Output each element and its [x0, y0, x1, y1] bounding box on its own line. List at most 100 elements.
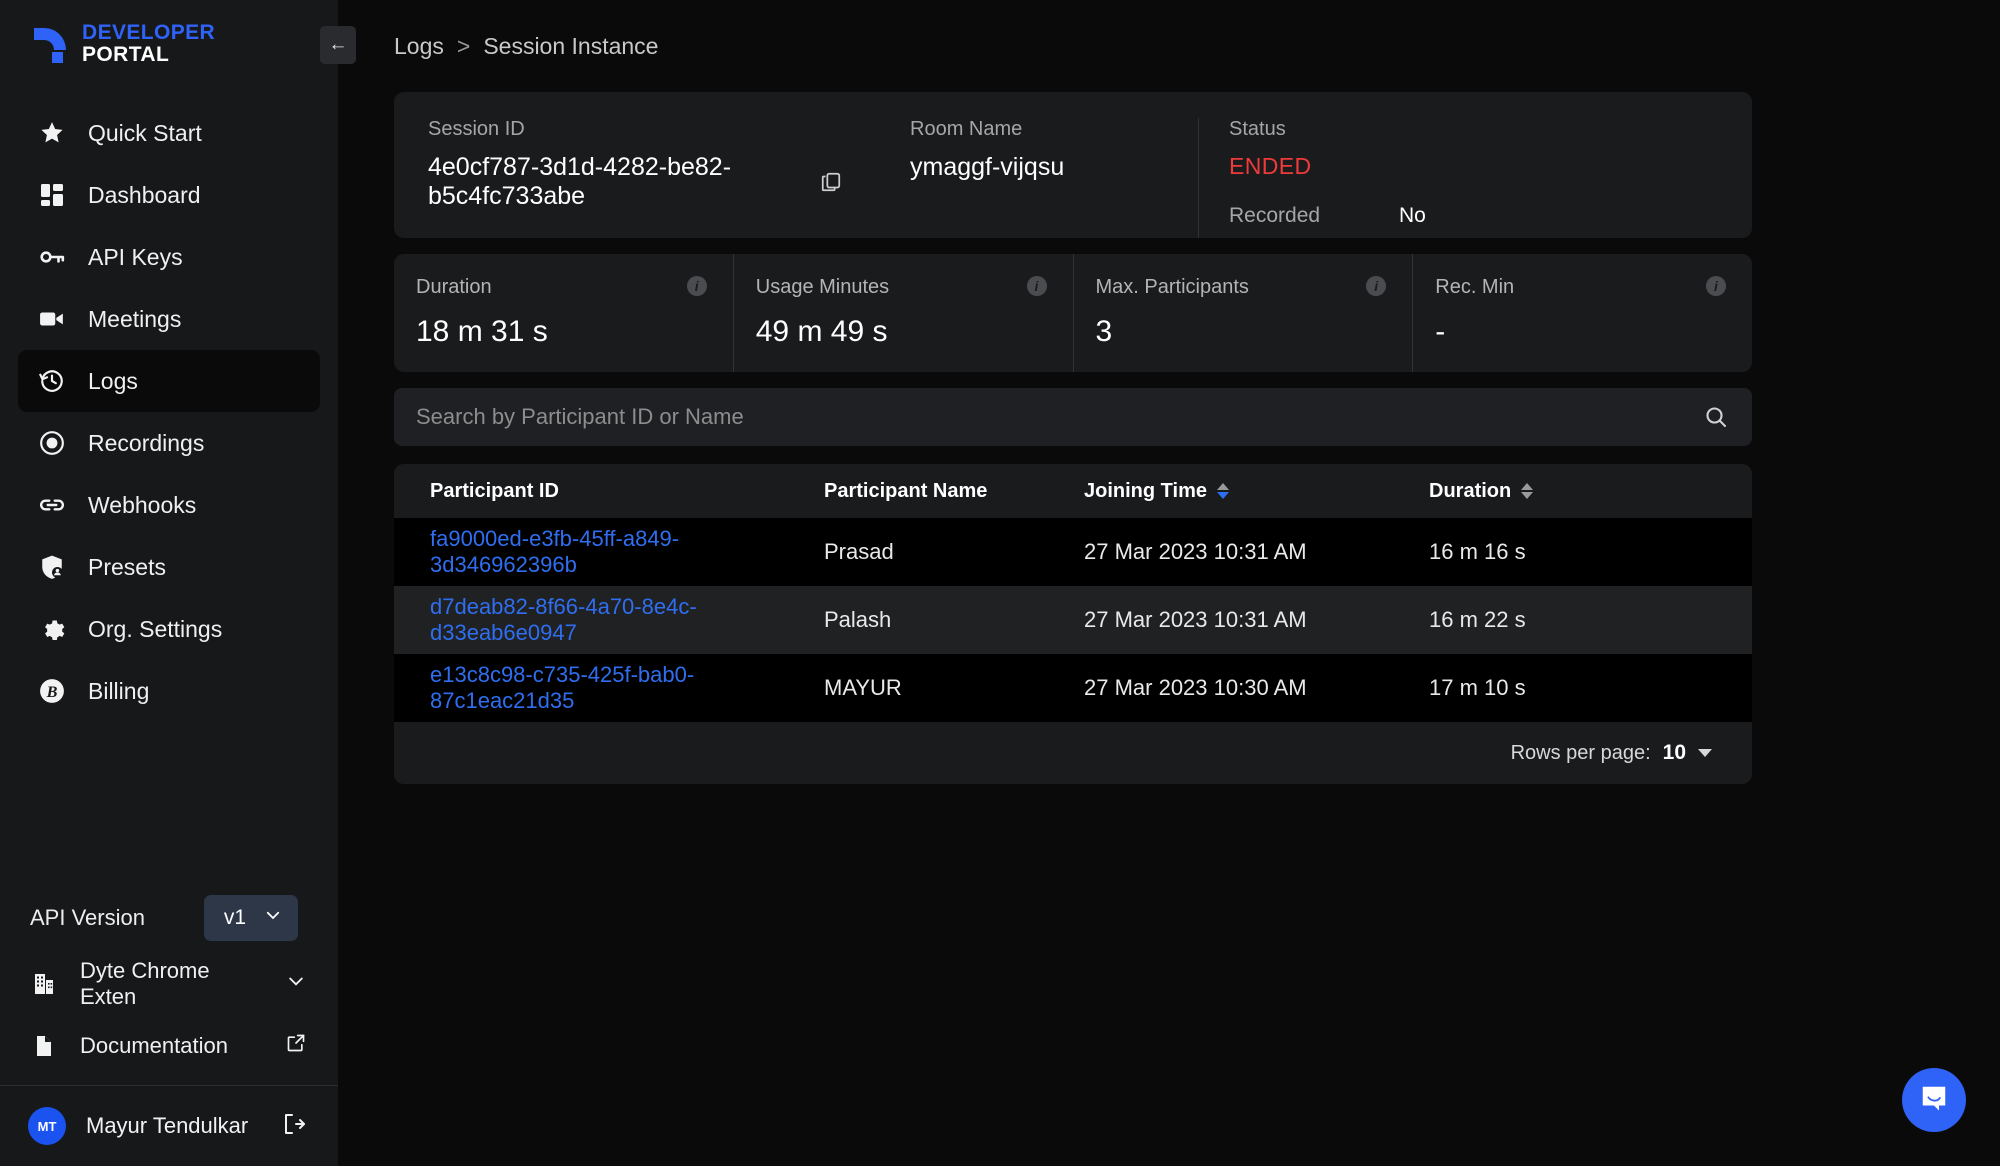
- column-header-participant-name[interactable]: Participant Name: [824, 480, 1084, 503]
- breadcrumb-separator: >: [456, 32, 471, 59]
- table-row[interactable]: e13c8c98-c735-425f-bab0-87c1eac21d35 MAY…: [394, 654, 1752, 722]
- stat-label: Rec. Min: [1435, 276, 1515, 298]
- star-icon: [38, 119, 66, 147]
- sidebar-item-label: Quick Start: [88, 119, 202, 146]
- stat-value: 18 m 31 s: [416, 315, 548, 348]
- column-label: Joining Time: [1084, 479, 1207, 502]
- building-icon: [30, 970, 58, 998]
- gear-icon: [38, 615, 66, 643]
- sidebar-item-chrome-extension[interactable]: Dyte Chrome Exten: [0, 953, 338, 1015]
- cell-joining-time: 27 Mar 2023 10:30 AM: [1084, 675, 1307, 700]
- rows-per-page-value: 10: [1662, 741, 1686, 764]
- sort-icon[interactable]: [1521, 483, 1534, 499]
- stat-usage-minutes: Usage Minutes i 49 m 49 s: [732, 254, 1073, 372]
- svg-text:B: B: [46, 683, 58, 701]
- cell-joining-time: 27 Mar 2023 10:31 AM: [1084, 607, 1307, 632]
- sidebar-item-meetings[interactable]: Meetings: [18, 288, 320, 350]
- sidebar: DEVELOPER PORTAL ← Quick Start Dashboard: [0, 0, 356, 1166]
- cell-duration: 17 m 10 s: [1429, 675, 1526, 700]
- sidebar-item-label: Presets: [88, 553, 166, 580]
- dyte-logo-icon: [30, 24, 70, 64]
- search-icon[interactable]: [1704, 405, 1728, 429]
- chevron-down-icon[interactable]: [1698, 749, 1712, 757]
- session-id-block: Session ID 4e0cf787-3d1d-4282-be82-b5c4f…: [394, 118, 876, 238]
- sidebar-item-dashboard[interactable]: Dashboard: [18, 164, 320, 226]
- participant-id-link[interactable]: fa9000ed-e3fb-45ff-a849-3d346962396b: [430, 526, 679, 577]
- video-camera-icon: [38, 305, 66, 333]
- info-icon[interactable]: i: [686, 276, 707, 296]
- breadcrumb: Logs > Session Instance: [394, 0, 2000, 92]
- column-header-duration[interactable]: Duration: [1429, 480, 1752, 503]
- participant-id-link[interactable]: e13c8c98-c735-425f-bab0-87c1eac21d35: [430, 662, 694, 713]
- search-input[interactable]: [416, 404, 1692, 430]
- cell-participant-name: Palash: [824, 607, 892, 632]
- info-icon[interactable]: i: [1706, 276, 1726, 296]
- room-name-label: Room Name: [910, 118, 1023, 140]
- sidebar-item-label: API Keys: [88, 243, 183, 270]
- cell-participant-name: Prasad: [824, 539, 894, 564]
- stat-max-participants: Max. Participants i 3: [1072, 254, 1413, 372]
- status-block: Status ENDED Recorded No: [1198, 118, 1752, 238]
- sidebar-item-logs[interactable]: Logs: [18, 350, 320, 413]
- column-label: Participant ID: [430, 479, 559, 502]
- brand-logo[interactable]: DEVELOPER PORTAL: [0, 0, 338, 88]
- copy-icon[interactable]: [820, 171, 842, 193]
- api-version-row: API Version v1: [0, 883, 338, 953]
- sidebar-nav: Quick Start Dashboard API Keys Meetings: [0, 102, 338, 722]
- info-icon[interactable]: i: [1026, 276, 1047, 296]
- chat-support-button[interactable]: [1902, 1068, 1966, 1132]
- sort-icon[interactable]: [1216, 483, 1229, 499]
- chevron-down-icon: [264, 906, 282, 930]
- table-header-row: Participant ID Participant Name Joining …: [394, 464, 1752, 518]
- sidebar-user-row[interactable]: MT Mayur Tendulkar: [0, 1086, 338, 1166]
- chevron-down-icon[interactable]: [286, 971, 306, 997]
- room-name-value: ymaggf-vijqsu: [910, 153, 1065, 181]
- history-clock-icon: [38, 367, 66, 395]
- cell-participant-id: d7deab82-8f66-4a70-8e4c-d33eab6e0947: [394, 594, 824, 646]
- sidebar-item-documentation[interactable]: Documentation: [0, 1015, 338, 1077]
- arrow-left-icon: ←: [328, 34, 348, 55]
- sidebar-item-quick-start[interactable]: Quick Start: [18, 102, 320, 164]
- sidebar-item-org-settings[interactable]: Org. Settings: [18, 598, 320, 660]
- api-version-select[interactable]: v1: [203, 895, 298, 941]
- info-icon[interactable]: i: [1366, 276, 1387, 296]
- sidebar-item-api-keys[interactable]: API Keys: [18, 226, 320, 288]
- table-footer: Rows per page: 10: [394, 722, 1752, 784]
- sidebar-item-recordings[interactable]: Recordings: [18, 412, 320, 474]
- breadcrumb-parent[interactable]: Logs: [394, 33, 444, 60]
- cell-duration: 16 m 16 s: [1429, 539, 1526, 564]
- column-header-joining-time[interactable]: Joining Time: [1084, 480, 1429, 503]
- sidebar-item-webhooks[interactable]: Webhooks: [18, 474, 320, 536]
- sidebar-collapse-button[interactable]: ←: [320, 26, 356, 64]
- stat-label: Max. Participants: [1095, 276, 1249, 298]
- external-link-icon[interactable]: [286, 1033, 306, 1059]
- session-id-label: Session ID: [428, 118, 525, 140]
- stat-value: -: [1435, 315, 1446, 348]
- column-header-participant-id[interactable]: Participant ID: [394, 480, 824, 503]
- sidebar-item-label: Dyte Chrome Exten: [80, 958, 210, 1009]
- logout-icon[interactable]: [282, 1112, 306, 1141]
- sidebar-item-label: Dashboard: [88, 181, 201, 208]
- stat-value: 3: [1095, 315, 1113, 348]
- brand-line-1: DEVELOPER: [82, 21, 216, 44]
- sidebar-item-billing[interactable]: B Billing: [18, 660, 320, 722]
- table-row[interactable]: fa9000ed-e3fb-45ff-a849-3d346962396b Pra…: [394, 518, 1752, 586]
- room-name-block: Room Name ymaggf-vijqsu: [876, 118, 1198, 238]
- sidebar-item-label: Billing: [88, 677, 150, 704]
- cell-duration: 16 m 22 s: [1429, 607, 1526, 632]
- recorded-row: Recorded No: [1229, 204, 1718, 228]
- stat-duration: Duration i 18 m 31 s: [394, 254, 733, 372]
- search-bar[interactable]: [394, 388, 1752, 446]
- cell-participant-id: e13c8c98-c735-425f-bab0-87c1eac21d35: [394, 662, 824, 714]
- cell-participant-id: fa9000ed-e3fb-45ff-a849-3d346962396b: [394, 526, 824, 578]
- app-root: DEVELOPER PORTAL ← Quick Start Dashboard: [0, 0, 2000, 1166]
- stats-card: Duration i 18 m 31 s Usage Minutes i 49 …: [394, 254, 1752, 372]
- sidebar-item-label: Meetings: [88, 305, 182, 332]
- sidebar-item-presets[interactable]: Presets: [18, 536, 320, 598]
- sidebar-item-label: Org. Settings: [88, 615, 223, 642]
- link-icon: [38, 491, 66, 519]
- table-row[interactable]: d7deab82-8f66-4a70-8e4c-d33eab6e0947 Pal…: [394, 586, 1752, 654]
- participant-id-link[interactable]: d7deab82-8f66-4a70-8e4c-d33eab6e0947: [430, 594, 697, 645]
- sidebar-item-label: Documentation: [80, 1033, 228, 1058]
